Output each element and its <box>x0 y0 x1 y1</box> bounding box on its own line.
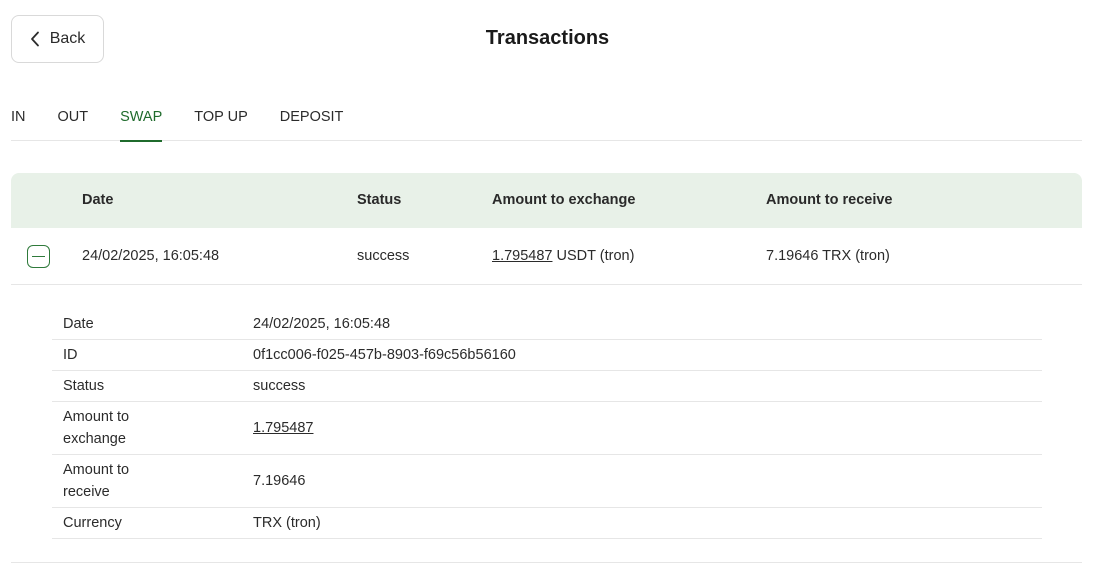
detail-label: Date <box>63 316 94 332</box>
tab-top-up[interactable]: TOP UP <box>194 100 247 141</box>
row-amount-to-receive: 7.19646 TRX (tron) <box>766 248 890 264</box>
divider <box>11 562 1082 563</box>
table-header: Date Status Amount to exchange Amount to… <box>11 173 1082 228</box>
row-date: 24/02/2025, 16:05:48 <box>82 248 220 264</box>
table-row: 24/02/2025, 16:05:48 success 1.795487 US… <box>11 228 1082 285</box>
row-amount-to-exchange: 1.795487 USDT (tron) <box>492 228 634 284</box>
minus-icon <box>32 255 45 257</box>
detail-value: 7.19646 <box>253 473 306 489</box>
tab-swap[interactable]: SWAP <box>120 100 163 142</box>
column-header-amount-to-exchange: Amount to exchange <box>492 192 636 208</box>
detail-label: Status <box>63 378 105 394</box>
column-header-status: Status <box>357 192 402 208</box>
detail-value: 24/02/2025, 16:05:48 <box>253 316 391 332</box>
detail-exchange-amount-link[interactable]: 1.795487 <box>253 417 313 439</box>
detail-label: Amount to receive <box>63 462 130 500</box>
column-header-date: Date <box>82 192 114 208</box>
detail-label: Currency <box>63 515 122 531</box>
detail-value: TRX (tron) <box>253 515 321 531</box>
detail-label: Amount to exchange <box>63 409 130 447</box>
collapse-row-button[interactable] <box>27 245 50 268</box>
transaction-tabs: IN OUT SWAP TOP UP DEPOSIT <box>11 100 1082 142</box>
detail-row-id: ID 0f1cc006-f025-457b-8903-f69c56b56160 <box>52 340 1042 371</box>
tab-out[interactable]: OUT <box>58 100 89 141</box>
tab-deposit[interactable]: DEPOSIT <box>280 100 344 141</box>
detail-value: success <box>253 378 306 394</box>
row-status: success <box>357 248 410 264</box>
tab-in[interactable]: IN <box>11 100 26 141</box>
detail-row-date: Date 24/02/2025, 16:05:48 <box>52 309 1042 340</box>
detail-row-amount-to-exchange: Amount to exchange 1.795487 <box>52 402 1042 455</box>
detail-row-amount-to-receive: Amount to receive 7.19646 <box>52 455 1042 508</box>
detail-row-status: Status success <box>52 371 1042 402</box>
column-header-amount-to-receive: Amount to receive <box>766 192 893 208</box>
exchange-currency: USDT (tron) <box>556 248 635 264</box>
detail-row-currency: Currency TRX (tron) <box>52 508 1042 539</box>
exchange-amount-link[interactable]: 1.795487 <box>492 248 552 264</box>
transaction-details: Date 24/02/2025, 16:05:48 ID 0f1cc006-f0… <box>52 309 1042 539</box>
page-title: Transactions <box>485 27 610 49</box>
detail-label: ID <box>63 347 78 363</box>
detail-value: 0f1cc006-f025-457b-8903-f69c56b56160 <box>253 347 516 363</box>
